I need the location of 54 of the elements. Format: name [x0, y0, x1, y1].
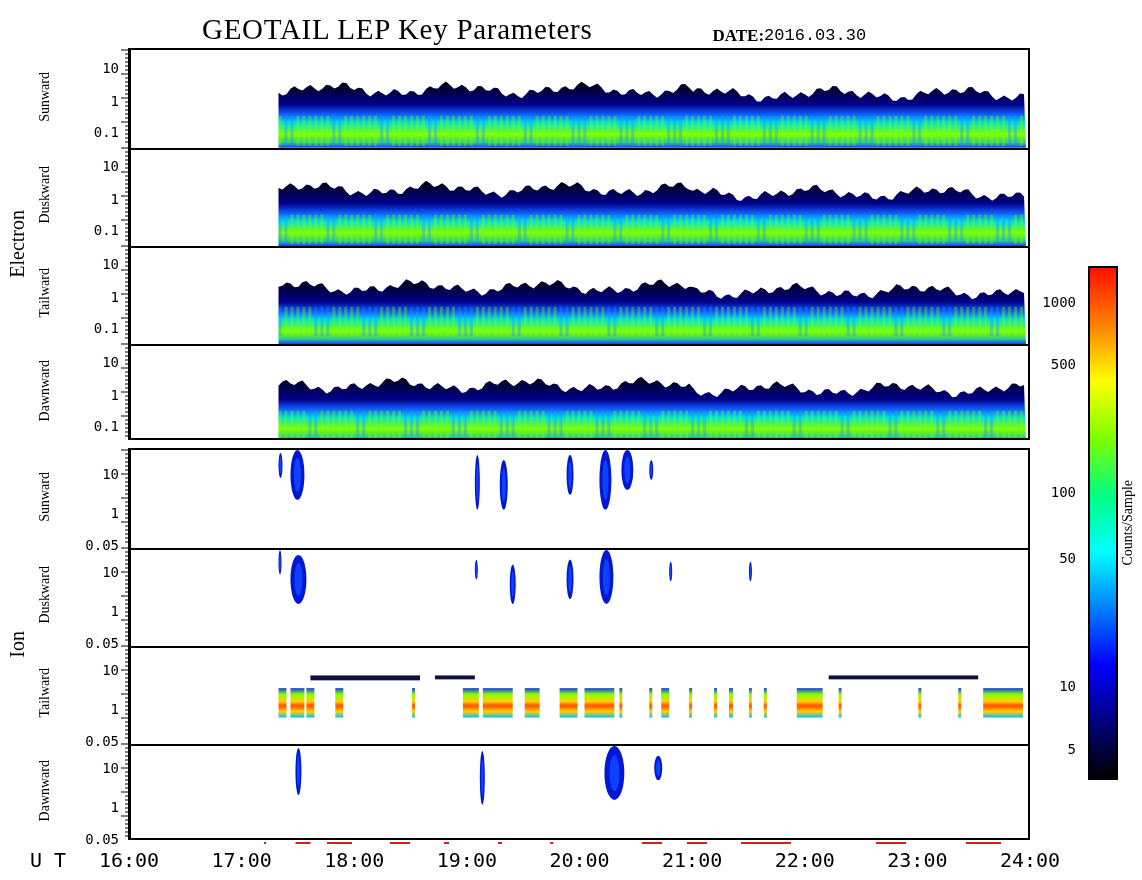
y-tick-label: 10 [102, 565, 119, 580]
colorbar-tick-label: 5 [1067, 742, 1076, 757]
chart-title: GEOTAIL LEP Key Parameters [202, 15, 593, 44]
date-label: DATE: [712, 27, 765, 44]
y-tick-label: 1 [110, 603, 119, 618]
x-tick-label: 22:00 [774, 850, 835, 870]
y-tick-label: 1 [110, 799, 119, 814]
y-tick-label: 0.1 [93, 321, 119, 336]
y-tick-label: 0.05 [85, 636, 119, 650]
direction-label: Sunward [38, 72, 52, 122]
direction-label: Tailward [38, 668, 52, 718]
direction-label: Duskward [38, 166, 52, 224]
y-tick-label: 10 [102, 354, 119, 369]
y-tick-label: 0.1 [93, 223, 119, 238]
x-tick-label: 21:00 [662, 850, 723, 870]
y-tick-label: 1 [110, 387, 119, 402]
direction-label: Sunward [38, 472, 52, 522]
date-value: 2016.03.30 [764, 27, 867, 44]
x-axis-label: U T [30, 850, 67, 870]
colorbar-tick-label: 10 [1059, 678, 1076, 693]
direction-label: Dawnward [38, 360, 52, 422]
y-tick-label: 0.05 [85, 538, 119, 552]
direction-label: Dawnward [38, 760, 52, 822]
colorbar-tick-label: 500 [1050, 356, 1076, 371]
y-tick-label: 0.1 [93, 125, 119, 140]
x-tick-label: 20:00 [549, 850, 610, 870]
y-tick-label: 0.1 [93, 419, 119, 434]
colorbar-tick-label: 100 [1050, 485, 1076, 500]
colorbar-tick-label: 50 [1059, 550, 1076, 565]
colorbar-tick-label: 1000 [1042, 294, 1076, 309]
y-tick-label: 10 [102, 158, 119, 173]
x-tick-label: 23:00 [887, 850, 948, 870]
colorbar-label: Counts/Sample [1121, 480, 1135, 566]
y-tick-label: 10 [102, 256, 119, 271]
x-tick-label: 17:00 [211, 850, 272, 870]
y-tick-label: 1 [110, 191, 119, 206]
x-tick-label: 18:00 [324, 850, 385, 870]
direction-label: Tailward [38, 268, 52, 318]
direction-label: Duskward [38, 566, 52, 624]
y-tick-label: 10 [102, 663, 119, 678]
y-tick-label: 1 [110, 701, 119, 716]
x-tick-label: 24:00 [999, 850, 1061, 870]
y-tick-label: 0.05 [85, 734, 119, 748]
x-tick-label: 19:00 [436, 850, 497, 870]
species-label: Electron [7, 210, 27, 278]
y-tick-label: 0.05 [85, 832, 119, 846]
y-tick-label: 10 [102, 467, 119, 482]
y-tick-label: 1 [110, 93, 119, 108]
x-tick-label: 16:00 [98, 850, 160, 870]
y-tick-label: 10 [102, 761, 119, 776]
species-label: Ion [7, 630, 27, 658]
y-tick-label: 1 [110, 289, 119, 304]
y-tick-label: 1 [110, 505, 119, 520]
y-tick-label: 10 [102, 60, 119, 75]
